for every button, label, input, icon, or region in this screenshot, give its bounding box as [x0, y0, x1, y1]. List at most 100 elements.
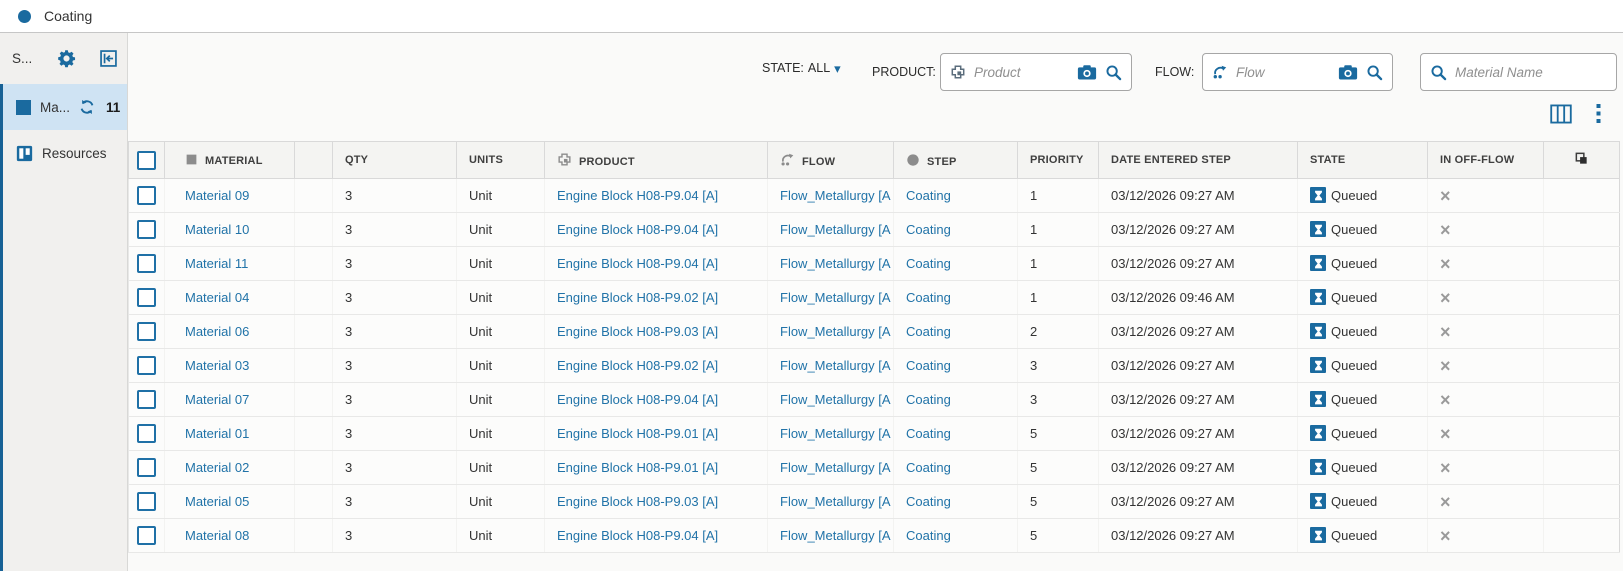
flow-link[interactable]: Flow_Metallurgy [A [780, 290, 891, 305]
flow-filter-input[interactable] [1236, 65, 1330, 80]
x-icon: × [1440, 458, 1451, 478]
column-header-qty[interactable]: QTY [333, 142, 457, 179]
row-checkbox[interactable] [137, 424, 156, 443]
units-cell: Unit [457, 485, 545, 519]
material-link[interactable]: Material 07 [185, 392, 249, 407]
flow-link[interactable]: Flow_Metallurgy [A [780, 222, 891, 237]
product-link[interactable]: Engine Block H08-P9.03 [A] [557, 324, 718, 339]
material-link[interactable]: Material 01 [185, 426, 249, 441]
material-link[interactable]: Material 06 [185, 324, 249, 339]
row-checkbox[interactable] [137, 356, 156, 375]
step-link[interactable]: Coating [906, 528, 951, 543]
step-link[interactable]: Coating [906, 256, 951, 271]
column-header-state[interactable]: STATE [1298, 142, 1428, 179]
priority-cell: 5 [1018, 485, 1099, 519]
product-filter-input[interactable] [974, 65, 1069, 80]
material-link[interactable]: Material 08 [185, 528, 249, 543]
step-link[interactable]: Coating [906, 392, 951, 407]
flow-link[interactable]: Flow_Metallurgy [A [780, 460, 891, 475]
row-checkbox[interactable] [137, 186, 156, 205]
step-link[interactable]: Coating [906, 188, 951, 203]
material-row: Material 113UnitEngine Block H08-P9.04 [… [129, 247, 1620, 281]
row-checkbox[interactable] [137, 390, 156, 409]
flow-filter-label: FLOW: [1155, 65, 1194, 79]
flow-link[interactable]: Flow_Metallurgy [A [780, 358, 891, 373]
hourglass-icon [1310, 255, 1326, 271]
product-link[interactable]: Engine Block H08-P9.02 [A] [557, 290, 718, 305]
material-link[interactable]: Material 11 [185, 256, 248, 271]
date-entered-step-cell: 03/12/2026 09:27 AM [1099, 315, 1298, 349]
step-link[interactable]: Coating [906, 358, 951, 373]
step-link[interactable]: Coating [906, 222, 951, 237]
material-link[interactable]: Material 04 [185, 290, 249, 305]
product-link[interactable]: Engine Block H08-P9.04 [A] [557, 222, 718, 237]
column-chooser-icon[interactable] [1550, 104, 1572, 124]
product-link[interactable]: Engine Block H08-P9.02 [A] [557, 358, 718, 373]
row-checkbox[interactable] [137, 526, 156, 545]
priority-cell: 5 [1018, 417, 1099, 451]
flow-link[interactable]: Flow_Metallurgy [A [780, 256, 891, 271]
step-link[interactable]: Coating [906, 426, 951, 441]
units-cell: Unit [457, 383, 545, 417]
flow-link[interactable]: Flow_Metallurgy [A [780, 528, 891, 543]
x-icon: × [1440, 322, 1451, 342]
material-link[interactable]: Material 10 [185, 222, 249, 237]
column-header-actions[interactable] [1544, 142, 1620, 179]
material-name-search-input[interactable] [1455, 65, 1607, 80]
row-checkbox[interactable] [137, 220, 156, 239]
more-options-icon[interactable] [1596, 103, 1601, 124]
material-link[interactable]: Material 05 [185, 494, 249, 509]
flow-link[interactable]: Flow_Metallurgy [A [780, 188, 891, 203]
step-link[interactable]: Coating [906, 290, 951, 305]
step-link[interactable]: Coating [906, 324, 951, 339]
material-row: Material 073UnitEngine Block H08-P9.04 [… [129, 383, 1620, 417]
column-header-flow[interactable]: FLOW [768, 142, 894, 179]
refresh-icon[interactable] [79, 99, 95, 115]
column-header-date_entered_step[interactable]: DATE ENTERED STEP [1099, 142, 1298, 179]
sidebar-item-materials[interactable]: Ma... 11 [0, 84, 127, 130]
search-icon[interactable] [1366, 64, 1383, 81]
date-entered-step-cell: 03/12/2026 09:27 AM [1099, 417, 1298, 451]
row-checkbox[interactable] [137, 288, 156, 307]
product-link[interactable]: Engine Block H08-P9.03 [A] [557, 494, 718, 509]
product-link[interactable]: Engine Block H08-P9.04 [A] [557, 528, 718, 543]
step-link[interactable]: Coating [906, 494, 951, 509]
flow-link[interactable]: Flow_Metallurgy [A [780, 392, 891, 407]
row-checkbox[interactable] [137, 458, 156, 477]
material-link[interactable]: Material 09 [185, 188, 249, 203]
column-header-priority[interactable]: PRIORITY [1018, 142, 1099, 179]
select-all-checkbox[interactable] [137, 151, 156, 170]
hourglass-icon [1310, 459, 1326, 475]
product-link[interactable]: Engine Block H08-P9.04 [A] [557, 256, 718, 271]
product-link[interactable]: Engine Block H08-P9.04 [A] [557, 188, 718, 203]
step-link[interactable]: Coating [906, 460, 951, 475]
state-filter-dropdown[interactable]: STATE: ALL ▾ [762, 61, 841, 75]
column-header-units[interactable]: UNITS [457, 142, 545, 179]
units-cell: Unit [457, 179, 545, 213]
product-link[interactable]: Engine Block H08-P9.01 [A] [557, 460, 718, 475]
gear-icon[interactable] [57, 49, 76, 68]
column-header-product[interactable]: PRODUCT [545, 142, 768, 179]
product-link[interactable]: Engine Block H08-P9.04 [A] [557, 392, 718, 407]
row-checkbox[interactable] [137, 254, 156, 273]
row-checkbox[interactable] [137, 492, 156, 511]
material-link[interactable]: Material 02 [185, 460, 249, 475]
sidebar-item-resources[interactable]: Resources [0, 130, 127, 176]
column-header-step[interactable]: STEP [894, 142, 1018, 179]
camera-icon[interactable] [1338, 65, 1358, 80]
state-badge: Queued [1310, 391, 1377, 407]
material-link[interactable]: Material 03 [185, 358, 249, 373]
column-header-material[interactable]: MATERIAL [165, 142, 295, 179]
sidebar-item-label: Ma... [40, 100, 70, 115]
state-label: Queued [1331, 392, 1377, 407]
column-header-in_off_flow[interactable]: IN OFF-FLOW [1428, 142, 1544, 179]
product-link[interactable]: Engine Block H08-P9.01 [A] [557, 426, 718, 441]
collapse-left-icon[interactable] [100, 50, 117, 67]
flow-link[interactable]: Flow_Metallurgy [A [780, 324, 891, 339]
search-icon[interactable] [1105, 64, 1122, 81]
flow-link[interactable]: Flow_Metallurgy [A [780, 426, 891, 441]
copy-icon [1574, 151, 1589, 166]
camera-icon[interactable] [1077, 65, 1097, 80]
row-checkbox[interactable] [137, 322, 156, 341]
flow-link[interactable]: Flow_Metallurgy [A [780, 494, 891, 509]
